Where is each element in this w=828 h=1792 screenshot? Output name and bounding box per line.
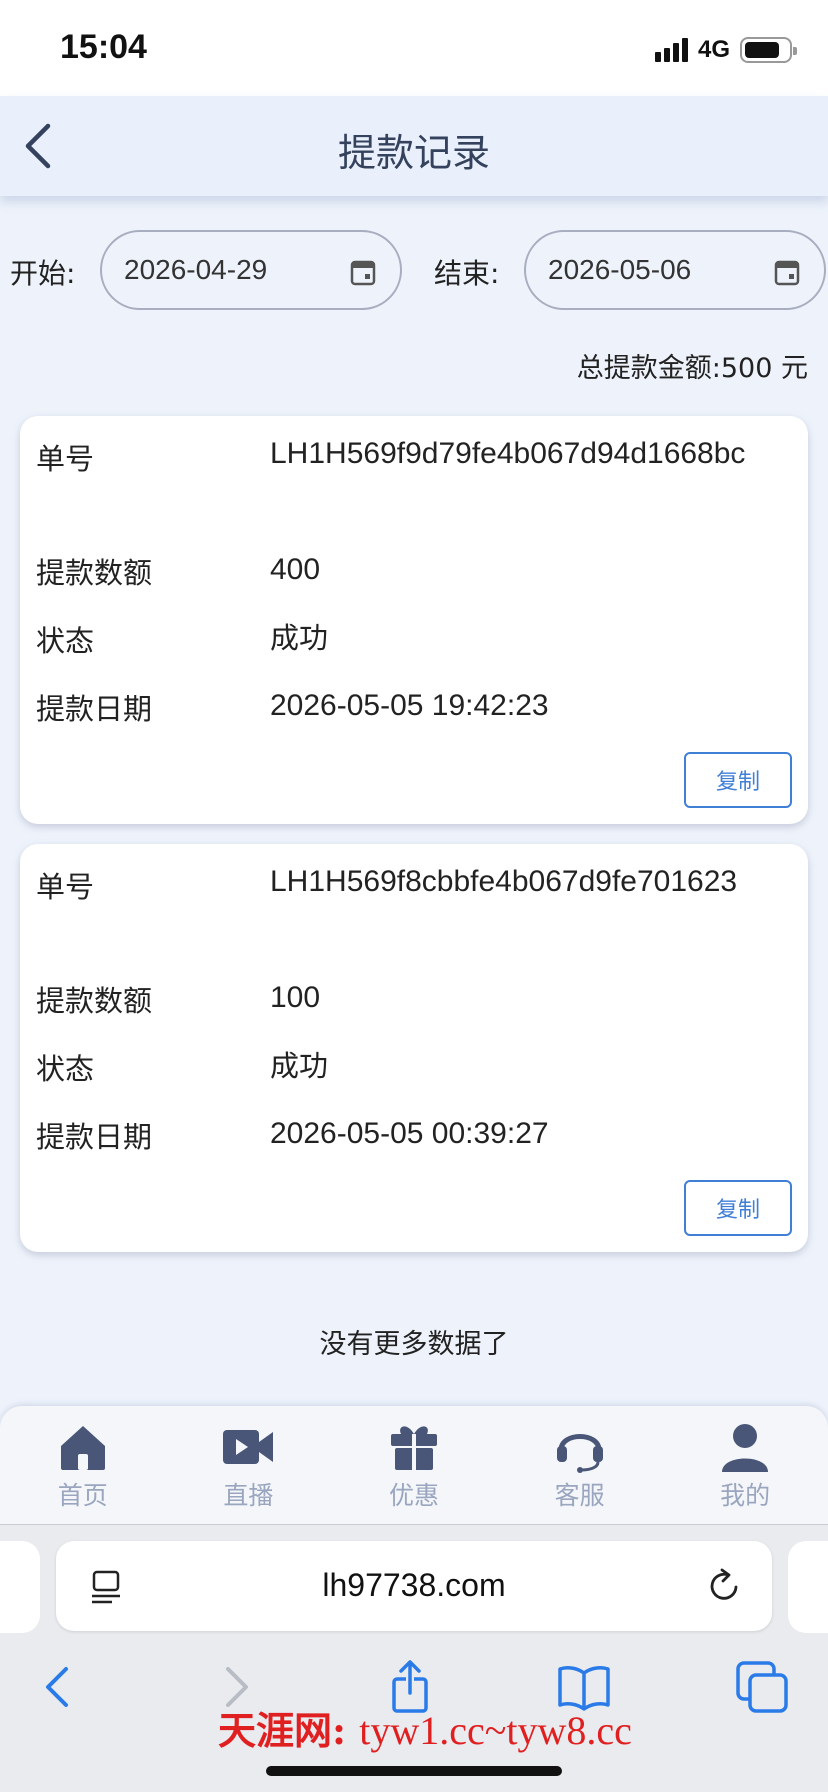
headset-icon bbox=[556, 1434, 603, 1473]
network-label: 4G bbox=[697, 36, 730, 63]
copy-button[interactable]: 复制 bbox=[684, 1180, 792, 1236]
url-text: lh97738.com bbox=[322, 1567, 506, 1603]
tab-label: 直播 bbox=[223, 1481, 274, 1510]
list-end-message: 没有更多数据了 bbox=[319, 1329, 509, 1360]
copy-button[interactable]: 复制 bbox=[684, 752, 792, 808]
amount-label: 提款数额 bbox=[36, 556, 153, 590]
video-camera-icon bbox=[223, 1430, 274, 1464]
order-no-label: 单号 bbox=[36, 870, 95, 904]
end-date-value: 2026-05-06 bbox=[548, 254, 692, 285]
order-no-value: LH1H569f9d79fe4b067d94d1668bc bbox=[270, 437, 746, 470]
battery-icon bbox=[740, 37, 797, 63]
date-label: 提款日期 bbox=[36, 1120, 153, 1154]
tab-profile[interactable]: 我的 bbox=[662, 1406, 828, 1524]
watermark-text: 天涯网: tyw1.cc~tyw8.cc bbox=[218, 1700, 632, 1755]
gift-icon bbox=[390, 1426, 437, 1470]
watermark-prefix: 天涯网: bbox=[218, 1708, 347, 1753]
status-label: 状态 bbox=[36, 624, 95, 658]
tab-live[interactable]: 直播 bbox=[166, 1406, 332, 1524]
signal-icon bbox=[654, 38, 688, 62]
status-bar: 15:04 4G bbox=[0, 0, 828, 96]
start-date-value: 2026-04-29 bbox=[124, 254, 268, 285]
page-header: 提款记录 bbox=[0, 96, 828, 196]
tab-customer-service[interactable]: 客服 bbox=[497, 1406, 663, 1524]
tabs-icon[interactable] bbox=[734, 1659, 790, 1715]
previous-tab-preview[interactable] bbox=[0, 1541, 40, 1633]
tab-label: 优惠 bbox=[388, 1481, 439, 1510]
status-value: 成功 bbox=[270, 621, 329, 655]
tab-home[interactable]: 首页 bbox=[0, 1406, 166, 1524]
date-label: 提款日期 bbox=[36, 692, 153, 726]
end-date-label: 结束: bbox=[434, 257, 500, 290]
amount-value: 400 bbox=[270, 553, 321, 586]
end-date-picker[interactable]: 2026-05-06 bbox=[524, 230, 826, 310]
user-icon bbox=[722, 1424, 769, 1472]
reload-icon[interactable] bbox=[706, 1567, 742, 1605]
watermark-sites: tyw1.cc~tyw8.cc bbox=[359, 1708, 632, 1753]
home-icon bbox=[60, 1426, 105, 1470]
total-amount: 总提款金额:500 元 bbox=[576, 353, 808, 384]
order-no-label: 单号 bbox=[36, 442, 95, 476]
withdrawal-record-card: 单号 LH1H569f8cbbfe4b067d9fe701623 提款数额 10… bbox=[20, 844, 808, 1252]
amount-value: 100 bbox=[270, 981, 321, 1014]
withdrawal-record-card: 单号 LH1H569f9d79fe4b067d94d1668bc 提款数额 40… bbox=[20, 416, 808, 824]
status-value: 成功 bbox=[270, 1049, 329, 1083]
date-filter-row: 开始: 2026-04-29 结束: 2026-05-06 bbox=[0, 230, 828, 310]
start-date-label: 开始: bbox=[10, 257, 76, 290]
order-no-value: LH1H569f8cbbfe4b067d9fe701623 bbox=[270, 865, 738, 898]
browser-back-icon[interactable] bbox=[30, 1659, 86, 1715]
status-label: 状态 bbox=[36, 1052, 95, 1086]
calendar-icon bbox=[774, 260, 800, 286]
tab-promotions[interactable]: 优惠 bbox=[331, 1406, 497, 1524]
start-date-picker[interactable]: 2026-04-29 bbox=[100, 230, 402, 310]
next-tab-preview[interactable] bbox=[788, 1541, 828, 1633]
tab-label: 我的 bbox=[720, 1481, 771, 1510]
address-bar[interactable]: lh97738.com bbox=[56, 1541, 772, 1631]
calendar-icon bbox=[350, 260, 376, 286]
bottom-tab-bar: 首页 直播 优惠 客服 我的 bbox=[0, 1406, 828, 1524]
tab-label: 首页 bbox=[57, 1481, 108, 1510]
amount-label: 提款数额 bbox=[36, 984, 153, 1018]
status-time: 15:04 bbox=[60, 28, 147, 66]
home-indicator bbox=[266, 1766, 562, 1776]
tab-label: 客服 bbox=[554, 1481, 605, 1510]
page-title: 提款记录 bbox=[337, 131, 490, 175]
date-value: 2026-05-05 19:42:23 bbox=[270, 689, 549, 722]
date-value: 2026-05-05 00:39:27 bbox=[270, 1117, 549, 1150]
status-indicators: 4G bbox=[654, 36, 797, 64]
